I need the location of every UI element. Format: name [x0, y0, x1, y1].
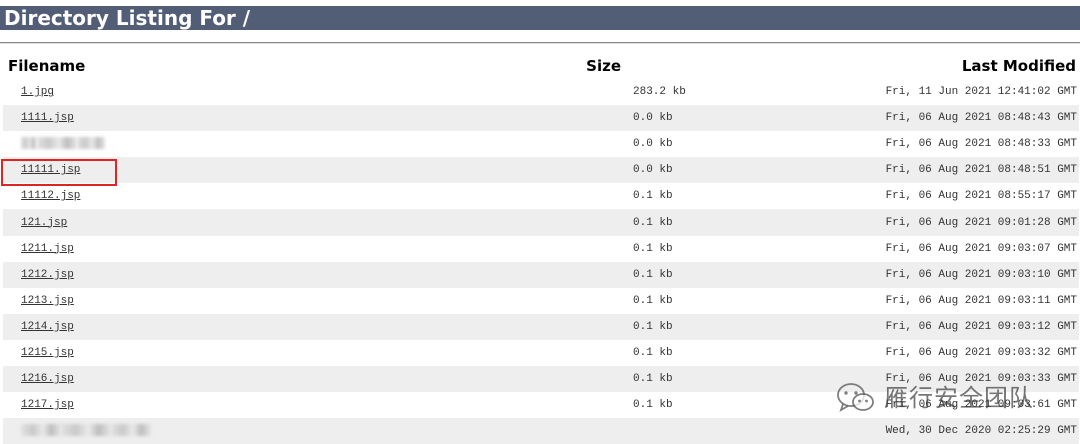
table-row: 1212.jsp 0.1 kb Fri, 06 Aug 2021 09:03:10 …: [3, 261, 1079, 288]
file-link[interactable]: 1216.jsp: [21, 373, 74, 385]
table-row: 1111.jsp 0.0 kb Fri, 06 Aug 2021 08:48:43 …: [3, 105, 1079, 132]
file-link[interactable]: 1212.jsp: [21, 269, 74, 281]
filename-cell: 1214.jsp: [3, 313, 463, 340]
divider: [0, 42, 1080, 44]
column-header-filename: Filename: [8, 57, 86, 75]
filename-cell: 1215.jsp: [3, 339, 463, 367]
size-value: 0.1 kb: [633, 294, 673, 307]
table-row: Wed, 30 Dec 2020 02:25:29 GMT: [3, 418, 1079, 444]
file-link[interactable]: 1217.jsp: [21, 399, 74, 411]
size-cell: 0.1 kb: [463, 287, 693, 314]
size-value: 0.1 kb: [633, 190, 673, 203]
redacted-text: [21, 424, 61, 437]
filename-cell: [3, 131, 463, 158]
filename-cell: 1217.jsp: [3, 392, 463, 419]
filename-cell: 1211.jsp: [3, 235, 463, 262]
size-cell: 0.1 kb: [463, 235, 693, 262]
directory-table: Filename Size Last Modified 1.jpg 283.2 k…: [3, 53, 1079, 444]
table-row: 121.jsp 0.1 kb Fri, 06 Aug 2021 09:01:28 G…: [3, 209, 1079, 236]
filename-cell: 1212.jsp: [3, 261, 463, 288]
size-cell: 0.1 kb: [463, 313, 693, 340]
size-cell: 0.1 kb: [463, 209, 693, 236]
file-link[interactable]: 1215.jsp: [21, 347, 74, 359]
filename-cell: 1216.jsp: [3, 366, 463, 393]
table-row: 1213.jsp 0.1 kb Fri, 06 Aug 2021 09:03:11 …: [3, 287, 1079, 314]
size-cell: 0.1 kb: [463, 339, 693, 367]
modified-cell: Fri, 06 Aug 2021 08:55:17 GMT: [693, 183, 1079, 210]
modified-cell: Fri, 06 Aug 2021 09:03:07 GMT: [693, 235, 1079, 262]
size-cell: 0.1 kb: [463, 366, 693, 393]
table-row: 1217.jsp 0.1 kb Fri, 06 Aug 2021 09:03:61 …: [3, 392, 1079, 419]
modified-cell: Wed, 30 Dec 2020 02:25:29 GMT: [693, 418, 1079, 444]
file-link[interactable]: 121.jsp: [21, 217, 67, 229]
table-row: 1214.jsp 0.1 kb Fri, 06 Aug 2021 09:03:12 …: [3, 313, 1079, 340]
size-cell: 0.1 kb: [463, 261, 693, 288]
modified-cell: Fri, 06 Aug 2021 08:48:51 GMT: [693, 157, 1079, 184]
redacted-text: [21, 137, 37, 150]
size-cell: 0.0 kb: [463, 105, 693, 132]
size-value: 0.0 kb: [633, 112, 673, 125]
filename-cell: 1111.jsp: [3, 105, 463, 132]
modified-cell: Fri, 06 Aug 2021 09:03:32 GMT: [693, 339, 1079, 367]
column-header-modified: Last Modified: [961, 57, 1076, 75]
redacted-text: [37, 137, 77, 150]
size-value: 0.1 kb: [633, 373, 673, 386]
column-header-size: Size: [586, 57, 621, 75]
file-link[interactable]: 1.jpg: [21, 86, 54, 98]
size-value: 0.1 kb: [633, 216, 673, 229]
size-cell: 0.1 kb: [463, 392, 693, 419]
table-row: 1216.jsp 0.1 kb Fri, 06 Aug 2021 09:03:33 …: [3, 366, 1079, 393]
page-title: Directory Listing For /: [4, 6, 251, 30]
title-bar: Directory Listing For /: [0, 6, 1080, 30]
size-value: 0.0 kb: [633, 164, 673, 177]
size-value: 283.2 kb: [633, 86, 686, 99]
table-row: 11111.jsp 0.0 kb Fri, 06 Aug 2021 08:48:51…: [3, 157, 1079, 184]
modified-cell: Fri, 06 Aug 2021 09:01:28 GMT: [693, 209, 1079, 236]
file-link[interactable]: 1111.jsp: [21, 112, 74, 124]
modified-cell: Fri, 06 Aug 2021 09:03:11 GMT: [693, 287, 1079, 314]
size-value: 0.1 kb: [633, 242, 673, 255]
modified-cell: Fri, 06 Aug 2021 09:03:12 GMT: [693, 313, 1079, 340]
table-row: 0.0 kb Fri, 06 Aug 2021 08:48:33 GMT: [3, 131, 1079, 158]
size-cell: 0.1 kb: [463, 183, 693, 210]
modified-cell: Fri, 06 Aug 2021 08:48:33 GMT: [693, 131, 1079, 158]
filename-cell: [3, 418, 463, 444]
size-cell: 0.0 kb: [463, 157, 693, 184]
filename-cell: 121.jsp: [3, 209, 463, 236]
modified-cell: Fri, 06 Aug 2021 09:03:10 GMT: [693, 261, 1079, 288]
size-value: 0.1 kb: [633, 346, 673, 359]
redacted-text: [77, 137, 105, 150]
filename-cell: 1.jpg: [3, 79, 463, 106]
file-link[interactable]: 1211.jsp: [21, 243, 74, 255]
size-value: 0.0 kb: [633, 138, 673, 151]
redacted-text: [61, 424, 111, 437]
size-value: 0.1 kb: [633, 268, 673, 281]
highlight-box: [1, 159, 117, 186]
size-value: 0.1 kb: [633, 320, 673, 333]
size-cell: 0.0 kb: [463, 131, 693, 158]
table-header-row: Filename Size Last Modified: [3, 53, 1079, 79]
modified-cell: Fri, 06 Aug 2021 09:03:61 GMT: [693, 392, 1079, 419]
filename-cell: 1213.jsp: [3, 287, 463, 314]
size-value: 0.1 kb: [633, 399, 673, 412]
modified-cell: Fri, 06 Aug 2021 09:03:33 GMT: [693, 366, 1079, 393]
size-cell: 283.2 kb: [463, 79, 693, 106]
file-link[interactable]: 1213.jsp: [21, 295, 74, 307]
table-row: 1211.jsp 0.1 kb Fri, 06 Aug 2021 09:03:07 …: [3, 235, 1079, 262]
file-link[interactable]: 11112.jsp: [21, 190, 80, 202]
redacted-text: [111, 424, 151, 437]
size-cell: [463, 418, 693, 444]
file-link[interactable]: 1214.jsp: [21, 321, 74, 333]
table-row: 11112.jsp 0.1 kb Fri, 06 Aug 2021 08:55:17…: [3, 183, 1079, 210]
table-row: 1.jpg 283.2 kb Fri, 11 Jun 2021 12:41:02 G…: [3, 79, 1079, 106]
table-row: 1215.jsp 0.1 kb Fri, 06 Aug 2021 09:03:32 …: [3, 339, 1079, 367]
modified-cell: Fri, 06 Aug 2021 08:48:43 GMT: [693, 105, 1079, 132]
filename-cell: 11112.jsp: [3, 183, 463, 210]
modified-cell: Fri, 11 Jun 2021 12:41:02 GMT: [693, 79, 1079, 106]
